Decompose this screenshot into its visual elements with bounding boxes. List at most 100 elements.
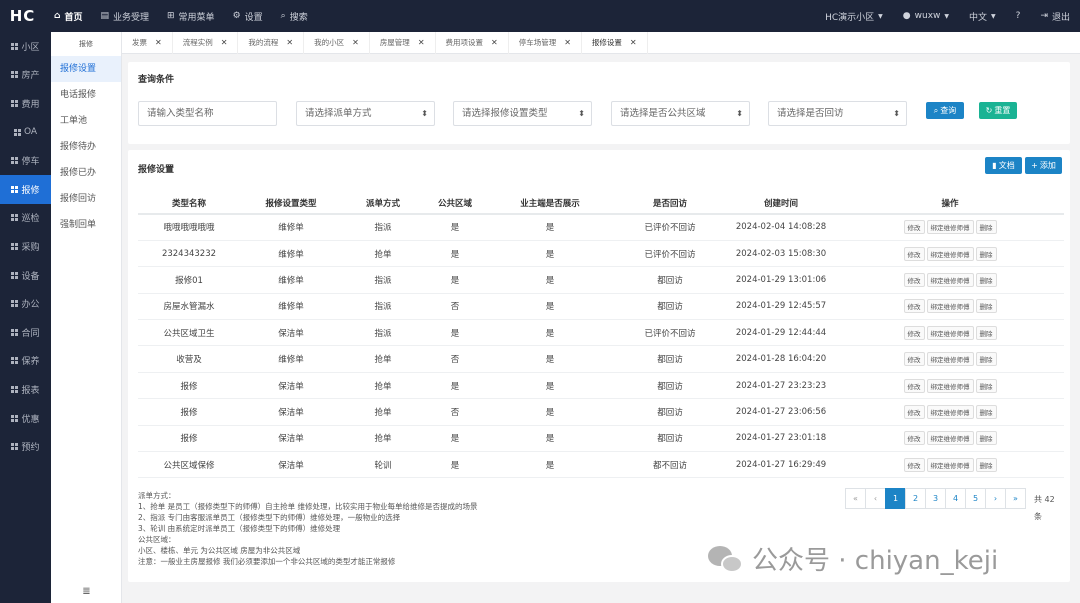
delete-button[interactable]: 删除	[975, 352, 997, 367]
sidebar-item[interactable]: 采购	[0, 232, 51, 261]
delete-button[interactable]: 删除	[975, 431, 997, 446]
delete-button[interactable]: 删除	[975, 272, 997, 287]
nav-business[interactable]: ▤ 业务受理	[91, 0, 158, 32]
page-2[interactable]: 2	[905, 488, 926, 509]
close-icon[interactable]: ✕	[155, 38, 162, 47]
sidebar-item[interactable]: 报修	[0, 174, 51, 204]
bind-repairman-button[interactable]: 绑定维修师傅	[926, 246, 974, 261]
close-icon[interactable]: ✕	[630, 38, 637, 47]
user-icon: ●	[902, 11, 911, 21]
bind-repairman-button[interactable]: 绑定维修师傅	[926, 404, 974, 419]
submenu-item[interactable]: 强制回单	[51, 212, 121, 238]
page-prev[interactable]: ‹	[865, 488, 886, 509]
edit-button[interactable]: 修改	[903, 404, 925, 419]
community-dropdown[interactable]: HC演示小区 ▼	[815, 10, 893, 23]
help-button[interactable]: ?	[1006, 11, 1031, 21]
bind-repairman-button[interactable]: 绑定维修师傅	[926, 325, 974, 340]
sidebar-item[interactable]: 合同	[0, 318, 51, 347]
sidebar-item[interactable]: 预约	[0, 432, 51, 461]
page-1[interactable]: 1	[885, 488, 906, 509]
sidebar-item[interactable]: 保养	[0, 347, 51, 376]
bind-repairman-button[interactable]: 绑定维修师傅	[926, 220, 974, 235]
bind-repairman-button[interactable]: 绑定维修师傅	[926, 431, 974, 446]
page-4[interactable]: 4	[945, 488, 966, 509]
nav-settings[interactable]: ⚙ 设置	[224, 0, 272, 32]
submenu-item[interactable]: 报修待办	[51, 134, 121, 160]
page-last[interactable]: »	[1005, 488, 1026, 509]
edit-button[interactable]: 修改	[903, 457, 925, 472]
page-tab[interactable]: 我的流程 ✕	[238, 31, 305, 54]
delete-button[interactable]: 删除	[975, 299, 997, 314]
edit-button[interactable]: 修改	[903, 299, 925, 314]
page-first[interactable]: «	[845, 488, 866, 509]
nav-search[interactable]: ⌕ 搜索	[272, 0, 317, 32]
sidebar-item[interactable]: 优惠	[0, 404, 51, 433]
close-icon[interactable]: ✕	[352, 38, 359, 47]
sidebar-item[interactable]: 房产	[0, 61, 51, 90]
bind-repairman-button[interactable]: 绑定维修师傅	[926, 352, 974, 367]
close-icon[interactable]: ✕	[286, 38, 293, 47]
edit-button[interactable]: 修改	[903, 352, 925, 367]
delete-button[interactable]: 删除	[975, 325, 997, 340]
dispatch-select[interactable]: 请选择派单方式	[296, 101, 435, 126]
submenu-item[interactable]: 报修回访	[51, 186, 121, 212]
edit-button[interactable]: 修改	[903, 246, 925, 261]
add-button[interactable]: + 添加	[1025, 157, 1062, 174]
sidebar-item[interactable]: 费用	[0, 89, 51, 118]
public-area-select[interactable]: 请选择是否公共区域	[611, 101, 750, 126]
sidebar-item[interactable]: 办公	[0, 289, 51, 318]
edit-button[interactable]: 修改	[903, 431, 925, 446]
doc-button[interactable]: ▮ 文档	[985, 157, 1022, 174]
delete-button[interactable]: 删除	[975, 246, 997, 261]
bind-repairman-button[interactable]: 绑定维修师傅	[926, 378, 974, 393]
help-icon: ?	[1015, 11, 1021, 21]
delete-button[interactable]: 删除	[975, 378, 997, 393]
page-5[interactable]: 5	[965, 488, 986, 509]
page-tab[interactable]: 房屋管理 ✕	[370, 31, 436, 54]
submenu-item[interactable]: 工单池	[51, 108, 121, 134]
edit-button[interactable]: 修改	[903, 272, 925, 287]
page-tab[interactable]: 流程实例 ✕	[173, 31, 239, 54]
edit-button[interactable]: 修改	[903, 378, 925, 393]
bind-repairman-button[interactable]: 绑定维修师傅	[926, 272, 974, 287]
logout-button[interactable]: ⇥ 退出	[1030, 10, 1080, 23]
collapse-menu-icon[interactable]: ≣	[51, 586, 122, 597]
delete-button[interactable]: 删除	[975, 457, 997, 472]
sidebar-item[interactable]: 报表	[0, 375, 51, 404]
page-tab[interactable]: 停车场管理 ✕	[509, 31, 582, 54]
submenu-item[interactable]: 报修已办	[51, 160, 121, 186]
user-dropdown[interactable]: ● wuxw ▼	[893, 11, 959, 21]
nav-home[interactable]: ⌂ 首页	[45, 0, 91, 32]
sidebar-item[interactable]: 设备	[0, 261, 51, 290]
sidebar-item[interactable]: OA	[0, 118, 51, 147]
delete-button[interactable]: 删除	[975, 220, 997, 235]
submenu-item[interactable]: 电话报修	[51, 82, 121, 108]
submenu-item[interactable]: 报修设置	[51, 56, 121, 82]
close-icon[interactable]: ✕	[491, 38, 498, 47]
close-icon[interactable]: ✕	[221, 38, 228, 47]
page-next[interactable]: ›	[985, 488, 1006, 509]
sidebar-item[interactable]: 停车	[0, 146, 51, 175]
return-visit-select[interactable]: 请选择是否回访	[768, 101, 907, 126]
type-name-input[interactable]: 请输入类型名称	[138, 101, 277, 126]
page-3[interactable]: 3	[925, 488, 946, 509]
page-tab[interactable]: 发票 ✕	[122, 31, 173, 54]
reset-button[interactable]: ↻ 重置	[979, 102, 1017, 119]
setting-type-select[interactable]: 请选择报修设置类型	[453, 101, 592, 126]
bind-repairman-button[interactable]: 绑定维修师傅	[926, 299, 974, 314]
close-icon[interactable]: ✕	[418, 38, 425, 47]
language-dropdown[interactable]: 中文 ▼	[959, 10, 1006, 23]
note-line: 注意：一般业主房屋报修 我们必须要添加一个非公共区域的类型才能正常报修	[138, 557, 396, 566]
close-icon[interactable]: ✕	[564, 38, 571, 47]
search-button[interactable]: ⌕ 查询	[926, 102, 964, 119]
sidebar-item[interactable]: 小区	[0, 32, 51, 61]
delete-button[interactable]: 删除	[975, 404, 997, 419]
edit-button[interactable]: 修改	[903, 325, 925, 340]
sidebar-item[interactable]: 巡检	[0, 204, 51, 233]
page-tab[interactable]: 我的小区 ✕	[304, 31, 370, 54]
page-tab[interactable]: 报修设置 ✕	[582, 31, 648, 54]
edit-button[interactable]: 修改	[903, 220, 925, 235]
nav-common-menu[interactable]: ⊞ 常用菜单	[158, 0, 224, 32]
page-tab[interactable]: 费用项设置 ✕	[436, 31, 509, 54]
bind-repairman-button[interactable]: 绑定维修师傅	[926, 457, 974, 472]
